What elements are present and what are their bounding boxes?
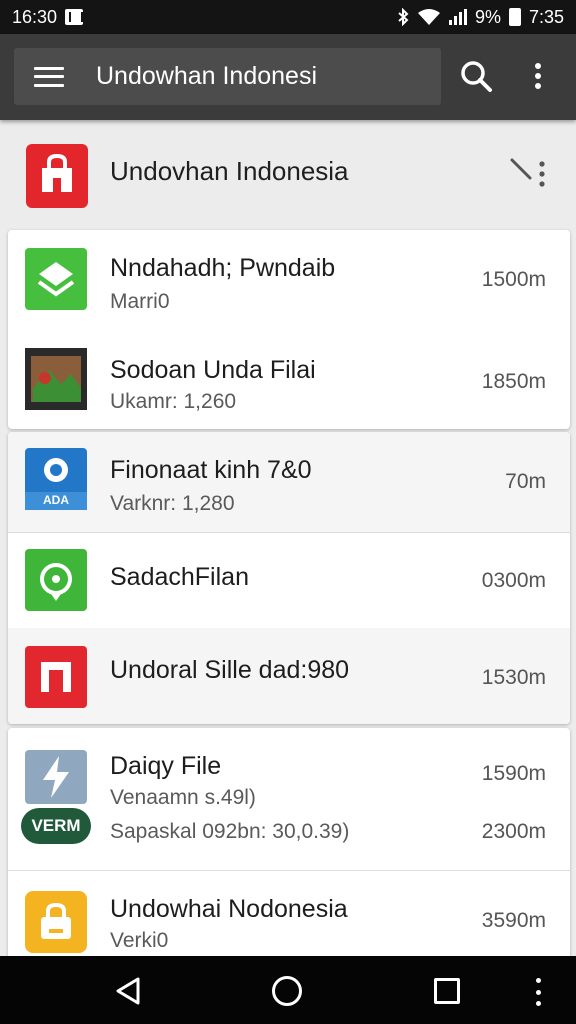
list-item[interactable]: Undoral Sille dad:980 1530m bbox=[8, 628, 570, 724]
item-size-2: 2300m bbox=[481, 820, 546, 843]
item-size: 1590m bbox=[481, 762, 546, 785]
item-title: Finonaat kinh 7&0 bbox=[110, 456, 312, 484]
battery-icon bbox=[508, 8, 521, 26]
badge-label: VERM bbox=[31, 816, 81, 835]
layers-icon bbox=[25, 248, 87, 310]
more-icon[interactable] bbox=[536, 978, 541, 1006]
home-icon[interactable] bbox=[272, 976, 302, 1006]
list-item[interactable]: SadachFilan 0300m bbox=[8, 532, 570, 628]
edit-more-icon[interactable] bbox=[508, 156, 548, 192]
header-title: Undovhan Indonesia bbox=[110, 156, 349, 186]
item-title: Sodoan Unda Filai bbox=[110, 356, 316, 384]
shopping-bag-icon bbox=[26, 144, 88, 208]
location-pin-icon bbox=[25, 549, 87, 611]
verm-badge: VERM bbox=[21, 808, 91, 844]
icon-label: ADA bbox=[43, 493, 69, 507]
app-bar: Undowhan Indonesi bbox=[0, 34, 576, 120]
notification-icon bbox=[65, 9, 84, 25]
signal-icon bbox=[448, 9, 467, 25]
red-frame-icon bbox=[25, 646, 87, 708]
list-item[interactable]: VERM Daiqy File Venaamn s.49l) Sapaskal … bbox=[8, 728, 570, 870]
item-subtitle: Ukamr: 1,260 bbox=[110, 390, 237, 413]
item-title: Undoral Sille dad:980 bbox=[110, 656, 350, 684]
search-icon[interactable] bbox=[458, 58, 494, 94]
item-subtitle: Varknr: 1,280 bbox=[110, 492, 235, 515]
item-size: 1500m bbox=[481, 268, 546, 291]
more-vert-icon[interactable] bbox=[528, 60, 548, 92]
status-left: 16:30 bbox=[12, 6, 84, 28]
search-box[interactable]: Undowhan Indonesi bbox=[14, 48, 441, 105]
search-title[interactable]: Undowhan Indonesi bbox=[96, 62, 317, 91]
item-subtitle: Marri0 bbox=[110, 290, 170, 313]
card-middle: ADA Finonaat kinh 7&0 Varknr: 1,280 70m … bbox=[8, 432, 570, 724]
item-title: Nndahadh; Pwndaib bbox=[110, 254, 336, 282]
bluetooth-icon bbox=[398, 8, 409, 26]
nav-bar bbox=[0, 956, 576, 1024]
card-bottom: VERM Daiqy File Venaamn s.49l) Sapaskal … bbox=[8, 728, 570, 968]
item-subtitle: Venaamn s.49l) bbox=[110, 786, 256, 809]
cloud-ada-icon: ADA bbox=[25, 448, 87, 510]
item-title: Undowhai Nodonesia bbox=[110, 895, 348, 923]
recents-icon[interactable] bbox=[434, 978, 460, 1004]
item-size: 3590m bbox=[481, 909, 546, 932]
bag-icon bbox=[25, 891, 87, 953]
item-subtitle: Verki0 bbox=[110, 929, 169, 952]
item-title: Daiqy File bbox=[110, 752, 222, 780]
item-size: 1850m bbox=[481, 370, 546, 393]
item-size: 0300m bbox=[481, 569, 546, 592]
menu-icon[interactable] bbox=[34, 66, 64, 87]
item-size: 1530m bbox=[481, 666, 546, 689]
status-time: 16:30 bbox=[12, 6, 58, 27]
lightning-icon bbox=[25, 750, 87, 804]
status-right: 9% 7:35 bbox=[397, 7, 564, 28]
item-title: SadachFilan bbox=[110, 563, 249, 591]
list-item[interactable]: ADA Finonaat kinh 7&0 Varknr: 1,280 70m bbox=[8, 432, 570, 532]
card-top: Nndahadh; Pwndaib Marri0 1500m Sodoan Un… bbox=[8, 230, 570, 429]
item-size: 70m bbox=[505, 470, 546, 493]
photo-thumbnail-icon bbox=[25, 348, 87, 410]
list-item[interactable]: Nndahadh; Pwndaib Marri0 1500m bbox=[8, 230, 570, 330]
item-subtitle-2: Sapaskal 092bn: 30,0.39) bbox=[110, 820, 350, 843]
list-item[interactable]: Undowhai Nodonesia Verki0 3590m bbox=[8, 870, 570, 968]
battery-percent: 9% bbox=[474, 6, 501, 27]
header-row[interactable]: Undovhan Indonesia bbox=[0, 120, 576, 230]
status-clock: 7:35 bbox=[528, 6, 564, 27]
back-icon[interactable] bbox=[114, 976, 142, 1006]
wifi-icon bbox=[417, 9, 440, 25]
list-item[interactable]: Sodoan Unda Filai Ukamr: 1,260 1850m bbox=[8, 330, 570, 429]
status-bar: 16:30 9% 7:35 bbox=[0, 0, 576, 34]
